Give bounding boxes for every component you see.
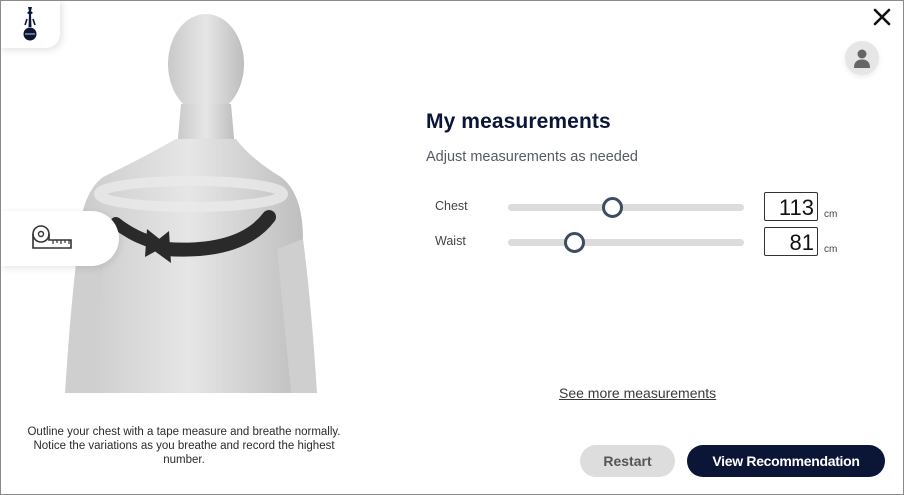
chest-slider-track[interactable] xyxy=(508,197,744,218)
waist-row: Waist 81 cm xyxy=(426,227,856,257)
waist-label: Waist xyxy=(435,234,466,248)
chest-label: Chest xyxy=(435,199,468,213)
waist-value-input[interactable]: 81 xyxy=(764,227,818,256)
tape-measure-icon xyxy=(32,224,72,249)
page-subtitle: Adjust measurements as needed xyxy=(426,149,638,165)
mannequin-figure xyxy=(65,14,317,393)
close-icon xyxy=(873,8,891,26)
waist-slider-track[interactable] xyxy=(508,232,744,253)
close-button[interactable] xyxy=(871,6,893,28)
instructions-text: Outline your chest with a tape measure a… xyxy=(27,426,341,466)
chest-value-input[interactable]: 113 xyxy=(764,192,818,221)
page-title: My measurements xyxy=(426,110,611,133)
waist-slider-thumb[interactable] xyxy=(564,232,586,253)
chest-row: Chest 113 cm xyxy=(426,192,856,222)
waist-unit: cm xyxy=(824,244,838,255)
account-button[interactable] xyxy=(845,41,879,75)
chest-slider-thumb[interactable] xyxy=(601,197,623,218)
restart-button[interactable]: Restart xyxy=(580,445,675,477)
measurement-dialog: Outline your chest with a tape measure a… xyxy=(0,0,904,495)
user-icon xyxy=(854,49,870,68)
tape-measure-badge xyxy=(1,211,119,266)
see-more-measurements-link[interactable]: See more measurements xyxy=(559,385,716,401)
logo-badge xyxy=(1,1,60,48)
chest-unit: cm xyxy=(824,209,838,220)
club-crest-icon xyxy=(23,7,37,41)
view-recommendation-button[interactable]: View Recommendation xyxy=(687,445,885,477)
